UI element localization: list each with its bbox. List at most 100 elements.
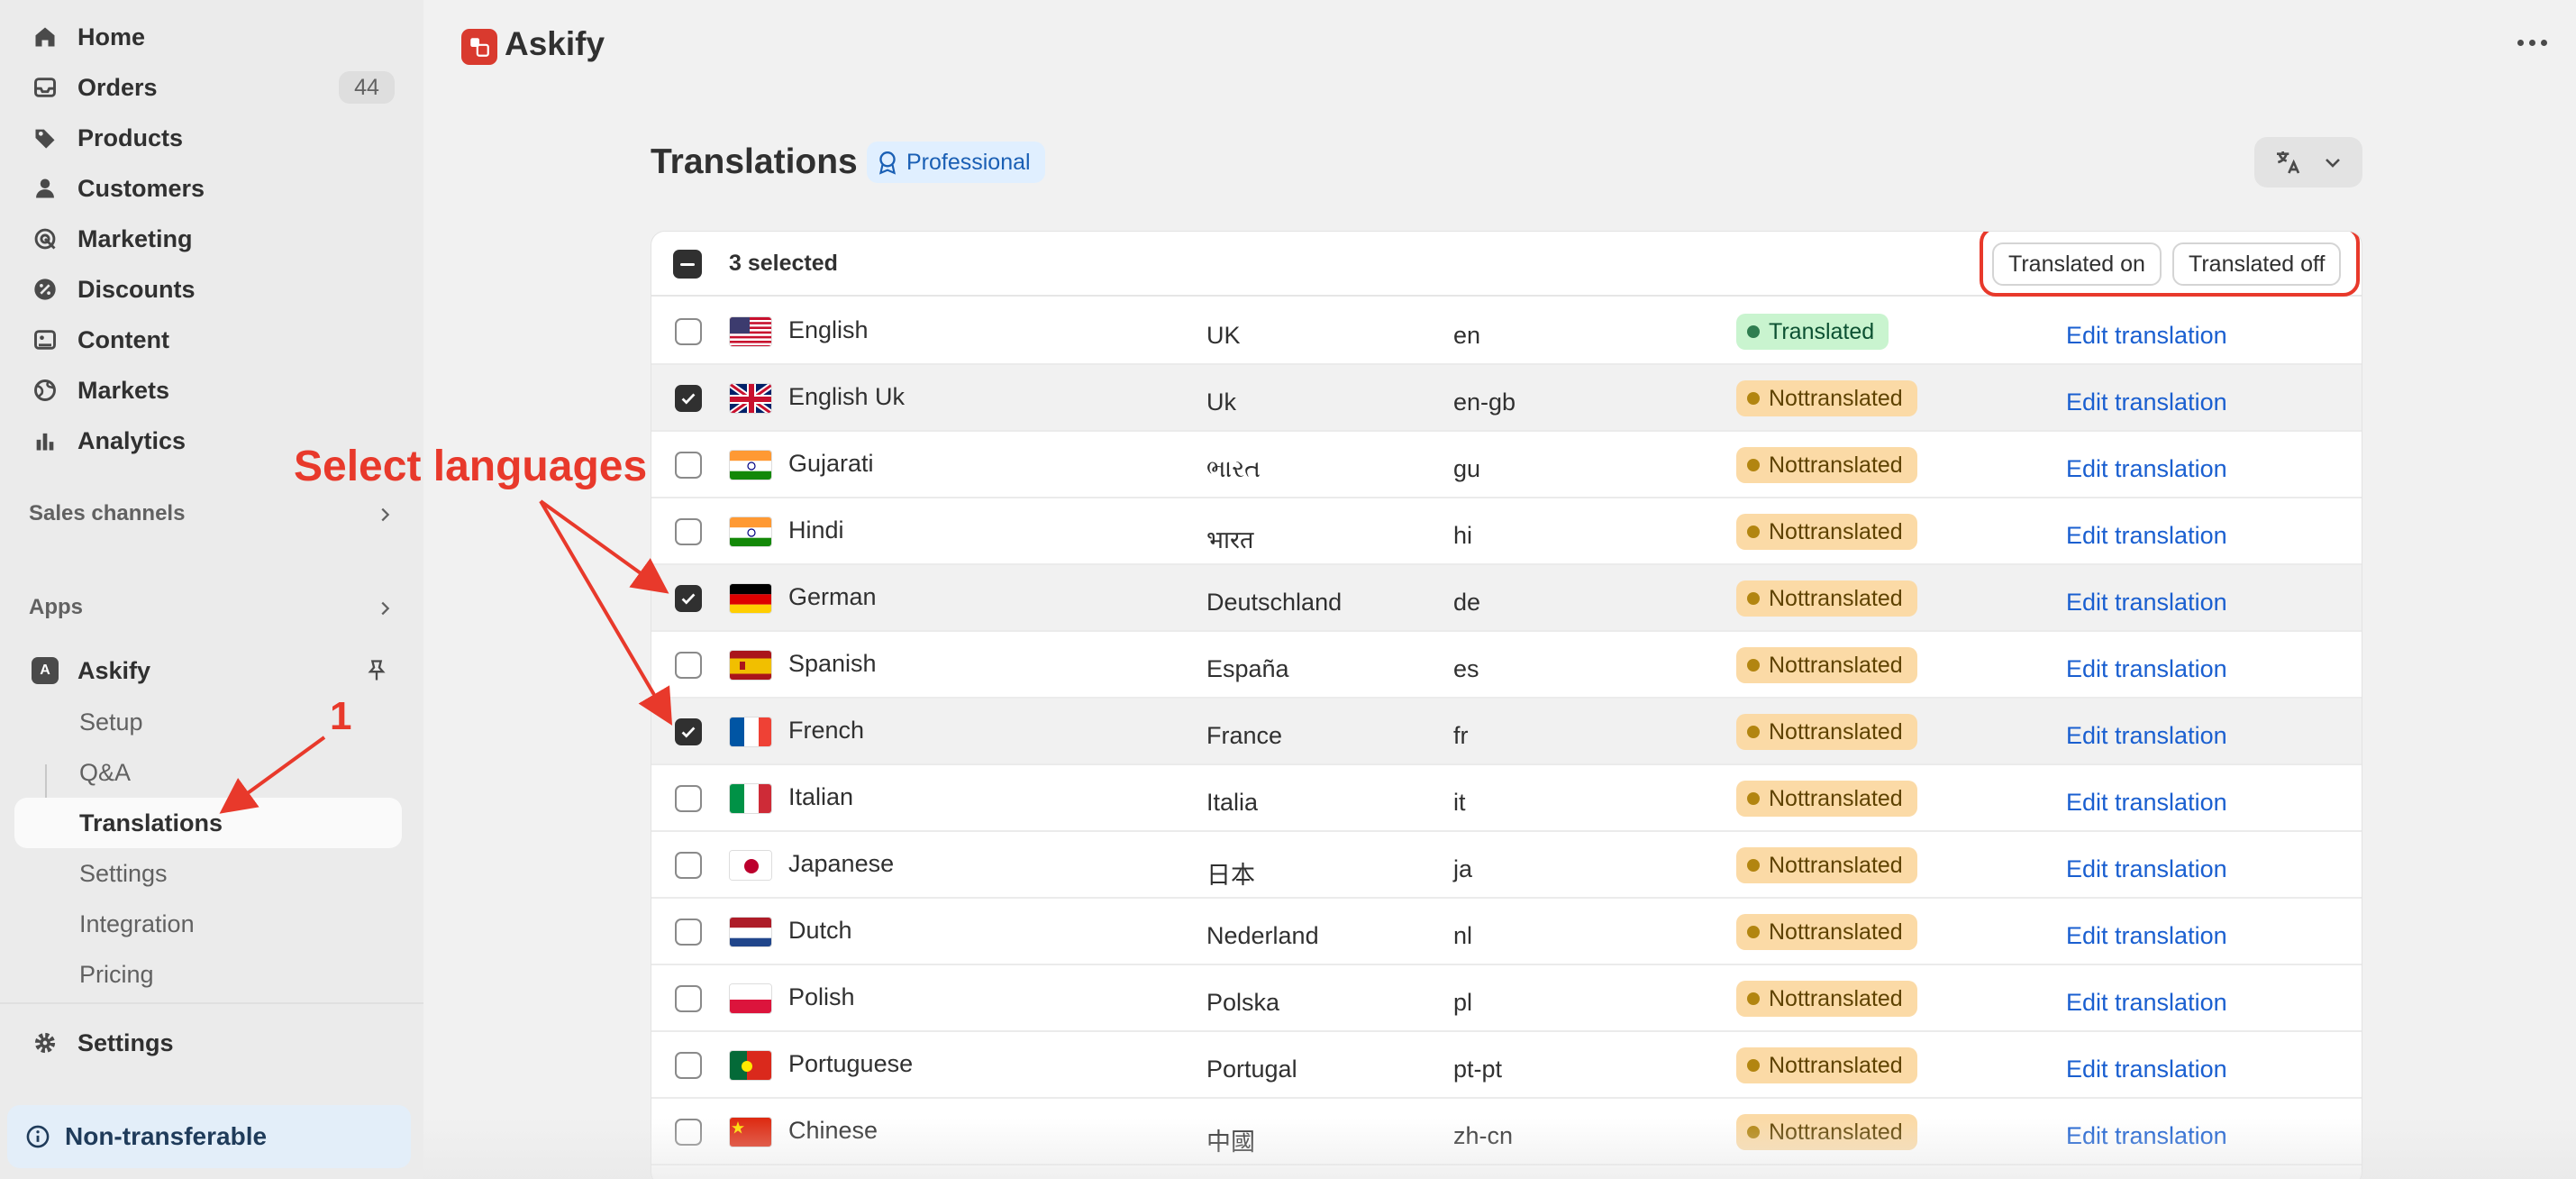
nav-content[interactable]: Content	[14, 316, 402, 363]
status-dot-icon	[1747, 992, 1760, 1005]
language-region: España	[1206, 655, 1289, 682]
edit-translation-link[interactable]: Edit translation	[2066, 722, 2227, 750]
chevron-right-icon[interactable]	[375, 599, 395, 618]
plan-label: Professional	[906, 149, 1031, 175]
row-checkbox[interactable]	[675, 785, 702, 812]
sales-channels-heading[interactable]: Sales channels	[29, 501, 185, 526]
selected-count: 3 selected	[729, 251, 838, 276]
sub-qa[interactable]: Q&A	[14, 747, 402, 798]
table-row[interactable]: Italian Italia it Nottranslated Edit transla…	[651, 765, 2362, 832]
non-transferable-banner[interactable]: Non-transferable	[7, 1105, 411, 1168]
status-badge: Nottranslated	[1736, 580, 1917, 617]
edit-translation-link[interactable]: Edit translation	[2066, 388, 2227, 416]
askify-app-icon: A	[29, 654, 61, 687]
status-badge: Nottranslated	[1736, 847, 1917, 883]
edit-translation-link[interactable]: Edit translation	[2066, 789, 2227, 817]
table-row[interactable]: Dutch Nederland nl Nottranslated Edit transl…	[651, 899, 2362, 965]
sub-translations[interactable]: Translations	[14, 798, 402, 848]
footer-label: Non-transferable	[65, 1122, 268, 1150]
app-askify[interactable]: A Askify	[14, 647, 402, 694]
nav-customers[interactable]: Customers	[14, 165, 402, 212]
sub-integration[interactable]: Integration	[14, 899, 402, 949]
edit-translation-link[interactable]: Edit translation	[2066, 322, 2227, 350]
language-menu-button[interactable]	[2254, 137, 2362, 187]
table-row[interactable]: Hindi भारत hi Nottranslated Edit translation	[651, 498, 2362, 565]
tag-icon	[29, 122, 61, 154]
table-row[interactable]: Gujarati ભારત gu Nottranslated Edit translat…	[651, 432, 2362, 498]
table-row[interactable]: Japanese 日本 ja Nottranslated Edit translatio…	[651, 832, 2362, 899]
row-checkbox[interactable]	[675, 852, 702, 879]
nav-home[interactable]: Home	[14, 14, 402, 60]
language-region: Polska	[1206, 989, 1280, 1016]
pin-icon[interactable]	[364, 658, 389, 683]
language-code: en	[1453, 322, 1481, 349]
nav-settings[interactable]: Settings	[14, 1019, 402, 1066]
language-name: English Uk	[788, 383, 906, 410]
status-label: Nottranslated	[1769, 452, 1903, 478]
row-checkbox[interactable]	[675, 652, 702, 679]
sub-label: Translations	[79, 809, 223, 836]
flag-icon	[729, 583, 772, 614]
edit-translation-link[interactable]: Edit translation	[2066, 855, 2227, 883]
language-code: de	[1453, 589, 1481, 616]
edit-translation-link[interactable]: Edit translation	[2066, 589, 2227, 617]
select-all-checkbox[interactable]	[673, 250, 702, 279]
status-label: Nottranslated	[1769, 385, 1903, 411]
table-row[interactable]: Portuguese Portugal pt-pt Nottranslated Edit…	[651, 1032, 2362, 1099]
status-dot-icon	[1747, 526, 1760, 538]
flag-icon	[729, 1050, 772, 1081]
target-icon	[29, 223, 61, 255]
table-row[interactable]: Polish Polska pl Nottranslated Edit translat…	[651, 965, 2362, 1032]
row-checkbox[interactable]	[675, 318, 702, 345]
status-badge: Nottranslated	[1736, 1047, 1917, 1083]
table-row[interactable]: Spanish España es Nottranslated Edit transla…	[651, 632, 2362, 699]
nav-orders[interactable]: Orders 44	[14, 64, 402, 111]
nav-label: Products	[77, 123, 184, 151]
translated-off-button[interactable]: Translated off	[2172, 242, 2342, 286]
table-row[interactable]: English UK en Translated Edit translation	[651, 298, 2362, 365]
row-checkbox[interactable]	[675, 452, 702, 479]
language-region: Italia	[1206, 789, 1259, 816]
status-dot-icon	[1747, 592, 1760, 605]
status-dot-icon	[1747, 859, 1760, 872]
translated-on-button[interactable]: Translated on	[1992, 242, 2162, 286]
flag-icon	[729, 850, 772, 881]
plan-badge: Professional	[867, 142, 1045, 183]
edit-translation-link[interactable]: Edit translation	[2066, 455, 2227, 483]
person-icon	[29, 172, 61, 205]
sub-pricing[interactable]: Pricing	[14, 949, 402, 1000]
language-code: pl	[1453, 989, 1473, 1016]
row-checkbox[interactable]	[675, 385, 702, 412]
language-region: ભારત	[1206, 455, 1261, 482]
chevron-right-icon[interactable]	[375, 505, 395, 525]
language-name: German	[788, 583, 877, 610]
row-checkbox[interactable]	[675, 718, 702, 745]
nav-products[interactable]: Products	[14, 114, 402, 161]
language-name: French	[788, 717, 865, 744]
table-row[interactable]: French France fr Nottranslated Edit translat…	[651, 699, 2362, 765]
status-label: Nottranslated	[1769, 585, 1903, 611]
edit-translation-link[interactable]: Edit translation	[2066, 655, 2227, 683]
edit-translation-link[interactable]: Edit translation	[2066, 1056, 2227, 1083]
nav-marketing[interactable]: Marketing	[14, 215, 402, 262]
nav-markets[interactable]: Markets	[14, 367, 402, 414]
language-code: en-gb	[1453, 388, 1516, 416]
status-badge: Nottranslated	[1736, 447, 1917, 483]
edit-translation-link[interactable]: Edit translation	[2066, 922, 2227, 950]
table-row[interactable]: English Uk Uk en-gb Nottranslated Edit trans…	[651, 365, 2362, 432]
flag-icon	[729, 783, 772, 814]
edit-translation-link[interactable]: Edit translation	[2066, 989, 2227, 1017]
more-actions-icon[interactable]	[2517, 40, 2547, 46]
table-row[interactable]: German Deutschland de Nottranslated Edit tra…	[651, 565, 2362, 632]
row-checkbox[interactable]	[675, 585, 702, 612]
edit-translation-link[interactable]: Edit translation	[2066, 522, 2227, 550]
row-checkbox[interactable]	[675, 1052, 702, 1079]
apps-heading[interactable]: Apps	[29, 595, 83, 620]
row-checkbox[interactable]	[675, 985, 702, 1012]
language-name: Japanese	[788, 850, 895, 877]
globe-icon	[29, 374, 61, 407]
nav-discounts[interactable]: Discounts	[14, 266, 402, 313]
row-checkbox[interactable]	[675, 518, 702, 545]
sub-settings[interactable]: Settings	[14, 848, 402, 899]
row-checkbox[interactable]	[675, 919, 702, 946]
